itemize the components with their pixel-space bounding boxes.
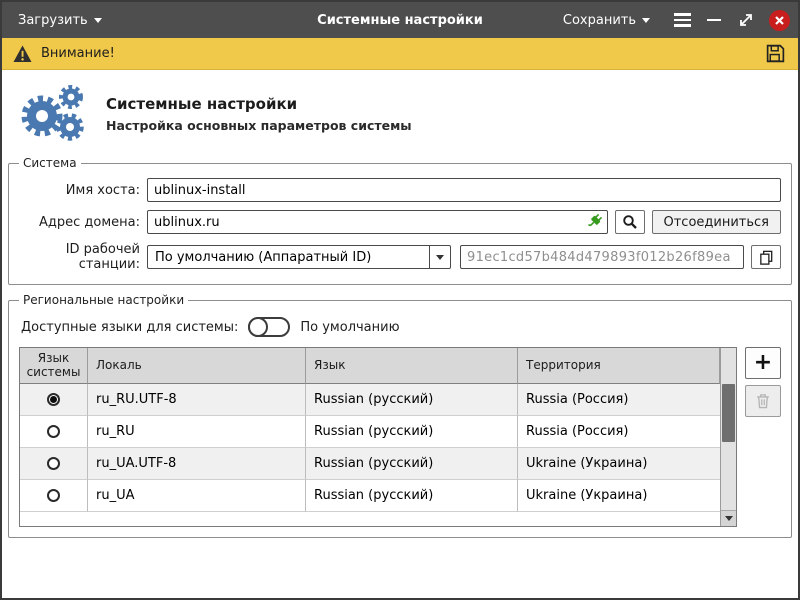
gears-icon <box>14 84 92 144</box>
scrollbar-thumb[interactable] <box>722 384 735 442</box>
system-settings-window: Загрузить Системные настройки Сохранить <box>0 0 800 600</box>
territory-cell: Ukraine (Украина) <box>518 480 720 512</box>
column-header-territory: Территория <box>518 348 720 384</box>
workstation-id-mode-value: По умолчанию (Аппаратный ID) <box>148 250 429 265</box>
system-language-radio[interactable] <box>47 393 60 406</box>
save-menu-label: Сохранить <box>563 13 636 28</box>
close-button[interactable] <box>769 10 790 31</box>
copy-id-button[interactable] <box>751 245 781 269</box>
workstation-id-label: ID рабочей станции: <box>19 242 147 272</box>
territory-cell: Russia (Россия) <box>518 416 720 448</box>
domain-label: Адрес домена: <box>19 215 147 230</box>
search-icon <box>622 214 638 230</box>
language-cell: Russian (русский) <box>306 480 518 512</box>
expand-icon <box>737 11 755 29</box>
locales-table: Язык системы Локаль Язык Территория ru_R… <box>19 347 737 527</box>
scroll-down-button[interactable] <box>721 510 736 526</box>
system-language-radio[interactable] <box>47 489 60 502</box>
disconnect-button[interactable]: Отсоединиться <box>652 210 782 234</box>
languages-default-toggle[interactable] <box>248 317 290 337</box>
locale-cell: ru_UA.UTF-8 <box>88 448 306 480</box>
menu-icon[interactable] <box>672 9 693 31</box>
chevron-down-icon <box>436 255 444 260</box>
table-row[interactable]: ru_RU.UTF-8 Russian (русский) Russia (Ро… <box>20 384 720 416</box>
system-section: Система Имя хоста: Адрес домена: <box>8 156 792 285</box>
table-header-row: Язык системы Локаль Язык Территория <box>20 348 720 384</box>
titlebar: Загрузить Системные настройки Сохранить <box>2 2 798 38</box>
floppy-icon <box>765 43 786 64</box>
regional-section-legend: Региональные настройки <box>19 293 188 307</box>
page-subtitle: Настройка основных параметров системы <box>106 118 412 133</box>
chevron-down-icon <box>642 18 650 23</box>
table-row[interactable]: ru_UA.UTF-8 Russian (русский) Ukraine (У… <box>20 448 720 480</box>
workstation-id-mode-select[interactable]: По умолчанию (Аппаратный ID) <box>147 245 451 269</box>
table-row[interactable]: ru_RU Russian (русский) Russia (Россия) <box>20 416 720 448</box>
page-title: Системные настройки <box>106 95 412 113</box>
content-area: Системные настройки Настройка основных п… <box>2 70 798 598</box>
territory-cell: Ukraine (Украина) <box>518 448 720 480</box>
locale-cell: ru_RU.UTF-8 <box>88 384 306 416</box>
language-cell: Russian (русский) <box>306 448 518 480</box>
load-menu-label: Загрузить <box>18 13 88 28</box>
table-scrollbar[interactable] <box>720 348 736 526</box>
warning-icon <box>12 44 33 64</box>
language-cell: Russian (русский) <box>306 416 518 448</box>
territory-cell: Russia (Россия) <box>518 384 720 416</box>
hostname-input[interactable] <box>147 178 781 202</box>
load-menu-button[interactable]: Загрузить <box>10 9 110 32</box>
workstation-id-value <box>460 245 744 269</box>
column-header-locale: Локаль <box>88 348 306 384</box>
warning-bar: Внимание! <box>2 38 798 70</box>
locale-cell: ru_UA <box>88 480 306 512</box>
copy-icon <box>758 249 775 266</box>
toggle-knob <box>248 317 268 337</box>
close-icon <box>774 15 785 26</box>
domain-search-button[interactable] <box>615 210 645 234</box>
system-section-legend: Система <box>19 156 81 170</box>
chevron-down-icon <box>725 516 733 521</box>
table-row[interactable]: ru_UA Russian (русский) Ukraine (Украина… <box>20 480 720 512</box>
save-menu-button[interactable]: Сохранить <box>555 9 658 32</box>
system-language-radio[interactable] <box>47 425 60 438</box>
chevron-down-icon <box>94 18 102 23</box>
system-language-radio[interactable] <box>47 457 60 470</box>
domain-input[interactable] <box>147 210 608 234</box>
maximize-button[interactable] <box>737 11 755 29</box>
save-settings-button[interactable] <box>762 41 788 67</box>
warning-text: Внимание! <box>41 46 115 61</box>
window-title: Системные настройки <box>317 13 483 28</box>
add-language-button[interactable]: + <box>745 347 781 379</box>
plug-connected-icon <box>586 213 603 230</box>
hostname-label: Имя хоста: <box>19 183 147 198</box>
trash-icon <box>754 392 772 410</box>
page-header: Системные настройки Настройка основных п… <box>8 80 792 156</box>
locale-cell: ru_RU <box>88 416 306 448</box>
available-languages-label: Доступные языки для системы: <box>21 320 238 335</box>
regional-section: Региональные настройки Доступные языки д… <box>8 293 792 538</box>
delete-language-button[interactable] <box>745 385 781 417</box>
column-header-system-language: Язык системы <box>20 348 88 384</box>
minimize-button[interactable] <box>707 10 723 30</box>
language-cell: Russian (русский) <box>306 384 518 416</box>
column-header-language: Язык <box>306 348 518 384</box>
toggle-caption: По умолчанию <box>300 320 399 335</box>
combo-arrow-button[interactable] <box>429 246 450 268</box>
